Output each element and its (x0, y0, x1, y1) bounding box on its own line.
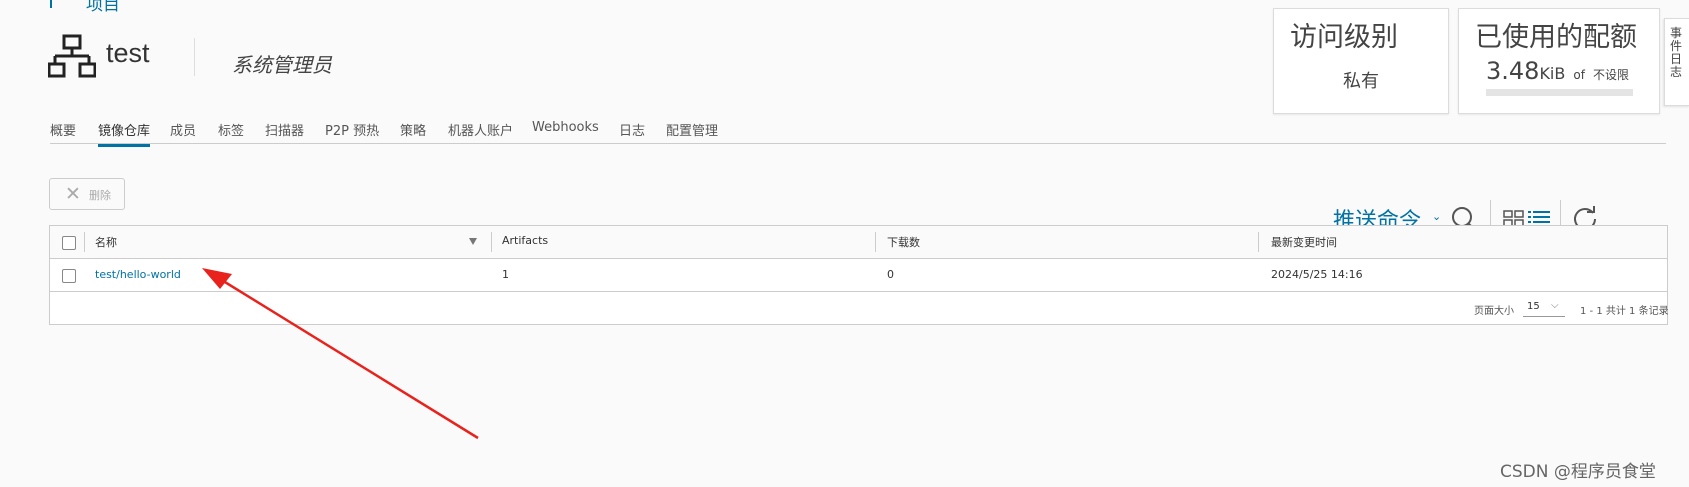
quota-unit: KiB (1539, 64, 1566, 83)
project-name: test (106, 38, 150, 68)
repository-link[interactable]: test/hello-world (95, 268, 181, 281)
page-size-label: 页面大小 (1474, 306, 1514, 317)
access-level-value: 私有 (1343, 71, 1379, 92)
quota-usage: 3.48KiB of 不设限 (1486, 57, 1629, 85)
chevron-down-icon: ⌵ (1551, 300, 1559, 311)
project-tree-icon (48, 34, 96, 78)
select-all-checkbox[interactable] (62, 236, 76, 250)
tab-robot-accounts[interactable]: 机器人账户 (448, 120, 513, 139)
watermark: CSDN @程序员食堂 (1500, 462, 1656, 482)
column-header-downloads[interactable]: 下载数 (887, 234, 920, 250)
column-header-artifacts[interactable]: Artifacts (502, 234, 548, 247)
tab-webhooks[interactable]: Webhooks (532, 120, 599, 135)
event-log-label: 事件日志 (1670, 26, 1683, 79)
tab-summary[interactable]: 概要 (50, 120, 76, 139)
tab-p2p-preheat[interactable]: P2P 预热 (325, 120, 379, 139)
tab-members[interactable]: 成员 (170, 120, 196, 139)
table-header: 名称 Artifacts 下载数 最新变更时间 (50, 226, 1667, 259)
page-size-value: 15 (1527, 301, 1540, 312)
breadcrumb-divider (50, 0, 52, 8)
delete-button[interactable]: ✕ 删除 (49, 178, 125, 210)
pagination-summary: 1 - 1 共计 1 条记录 (1580, 306, 1669, 317)
column-header-name[interactable]: 名称 (95, 234, 117, 250)
download-count: 0 (887, 268, 894, 281)
column-header-updated[interactable]: 最新变更时间 (1271, 234, 1337, 250)
tab-configuration[interactable]: 配置管理 (666, 120, 718, 139)
artifacts-count: 1 (502, 268, 509, 281)
column-divider (84, 232, 85, 252)
project-role: 系统管理员 (232, 53, 332, 77)
quota-used: 3.48 (1486, 57, 1540, 85)
column-divider (1258, 232, 1259, 252)
tab-scanner[interactable]: 扫描器 (265, 120, 304, 139)
row-checkbox[interactable] (62, 269, 76, 283)
quota-progress-bar (1486, 89, 1633, 96)
close-icon: ✕ (65, 183, 81, 205)
updated-time: 2024/5/25 14:16 (1271, 268, 1363, 281)
delete-button-label: 删除 (89, 189, 111, 202)
access-level-title: 访问级别 (1290, 22, 1398, 53)
page-size-select[interactable]: 15 ⌵ (1523, 300, 1565, 317)
annotation-arrow (202, 268, 479, 440)
quota-limit: 不设限 (1592, 68, 1629, 82)
tab-policy[interactable]: 策略 (400, 120, 426, 139)
quota-of: of (1573, 68, 1585, 82)
tabs-underline (50, 143, 1666, 144)
tab-logs[interactable]: 日志 (619, 120, 645, 139)
filter-icon[interactable] (469, 238, 477, 245)
column-divider (875, 232, 876, 252)
chevron-down-icon: ⌄ (1432, 210, 1442, 223)
tab-labels[interactable]: 标签 (218, 120, 244, 139)
breadcrumb-link[interactable]: 项目 (86, 0, 120, 15)
event-log-panel-tab[interactable]: 事件日志 (1664, 18, 1689, 106)
quota-card: 已使用的配额 3.48KiB of 不设限 (1458, 8, 1660, 114)
header-divider (194, 38, 195, 76)
column-divider (491, 232, 492, 252)
quota-title: 已使用的配额 (1475, 22, 1637, 53)
access-level-card: 访问级别 私有 (1273, 8, 1449, 114)
